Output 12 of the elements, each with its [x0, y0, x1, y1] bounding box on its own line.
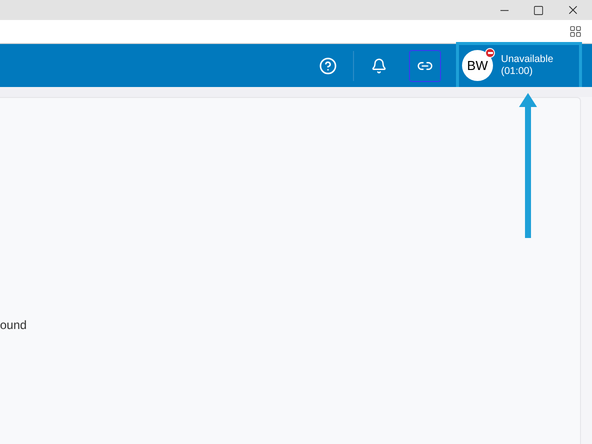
status-text: Unavailable	[501, 54, 554, 66]
avatar: BW	[462, 50, 493, 81]
link-button[interactable]	[409, 50, 441, 82]
content-text: ound	[0, 317, 27, 334]
close-icon[interactable]	[566, 3, 580, 17]
help-icon	[319, 56, 337, 74]
maximize-icon[interactable]	[533, 4, 544, 16]
profile-button[interactable]: BW Unavailable (01:00)	[458, 44, 580, 88]
unavailable-badge-icon	[485, 48, 495, 58]
bell-icon	[371, 58, 387, 74]
extensions-icon[interactable]	[569, 25, 582, 38]
status-timer: (01:00)	[501, 66, 534, 78]
